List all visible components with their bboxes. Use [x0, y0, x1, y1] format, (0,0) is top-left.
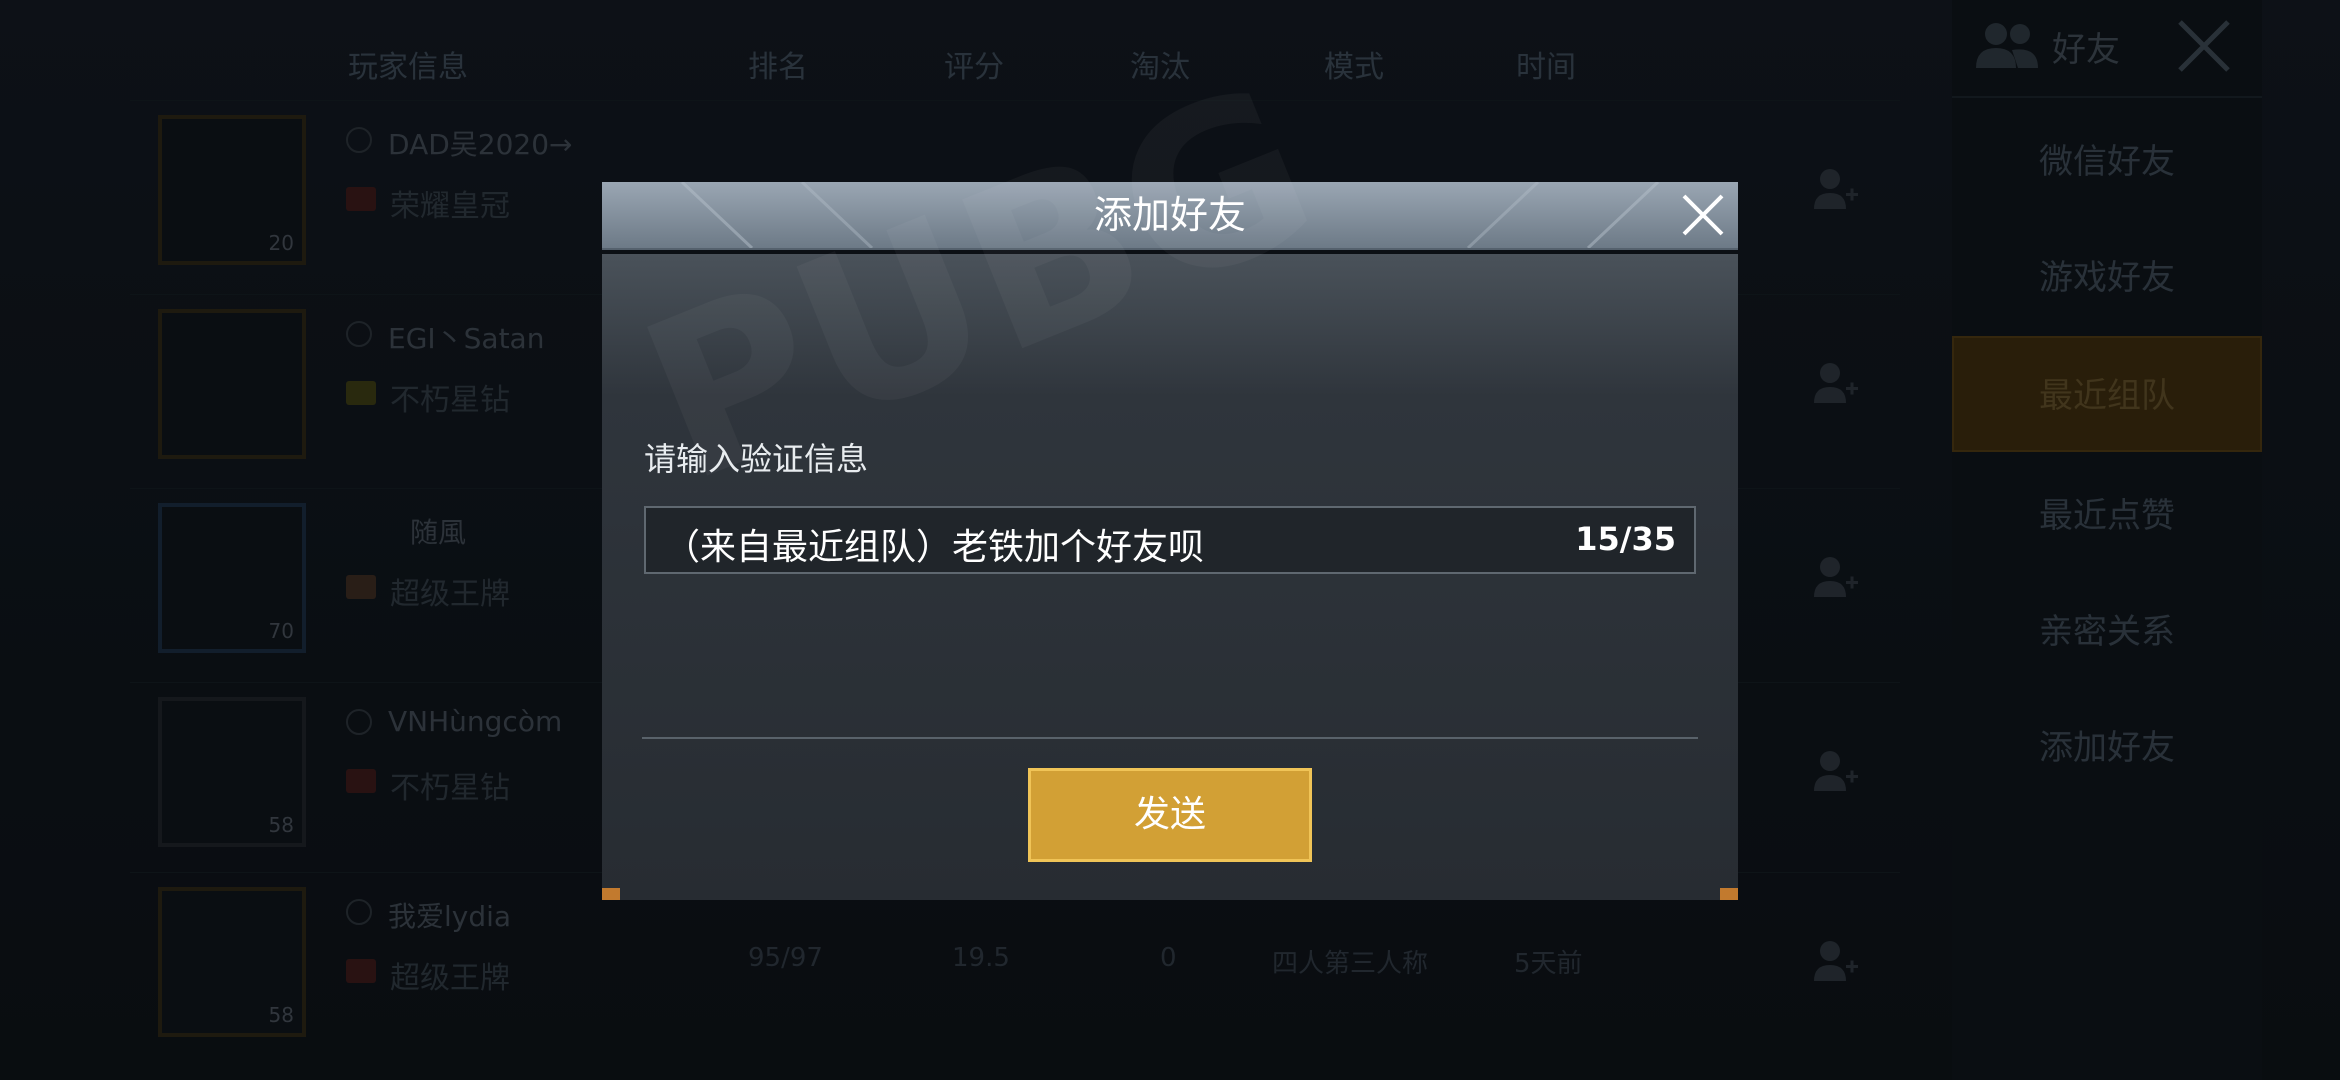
- corner-accent: [1720, 888, 1738, 900]
- add-friend-dialog: 添加好友 PUBG 请输入验证信息 （来自最近组队）老铁加个好友呗 15/35 …: [602, 36, 1738, 900]
- corner-accent: [602, 888, 620, 900]
- send-button[interactable]: 发送: [1028, 768, 1312, 862]
- verification-input-value: （来自最近组队）老铁加个好友呗: [664, 527, 1205, 568]
- dialog-close-icon[interactable]: [1676, 188, 1730, 242]
- divider: [642, 737, 1698, 739]
- verification-prompt: 请输入验证信息: [644, 440, 869, 478]
- character-counter: 15/35: [1575, 520, 1676, 558]
- verification-input[interactable]: （来自最近组队）老铁加个好友呗 15/35: [644, 506, 1696, 574]
